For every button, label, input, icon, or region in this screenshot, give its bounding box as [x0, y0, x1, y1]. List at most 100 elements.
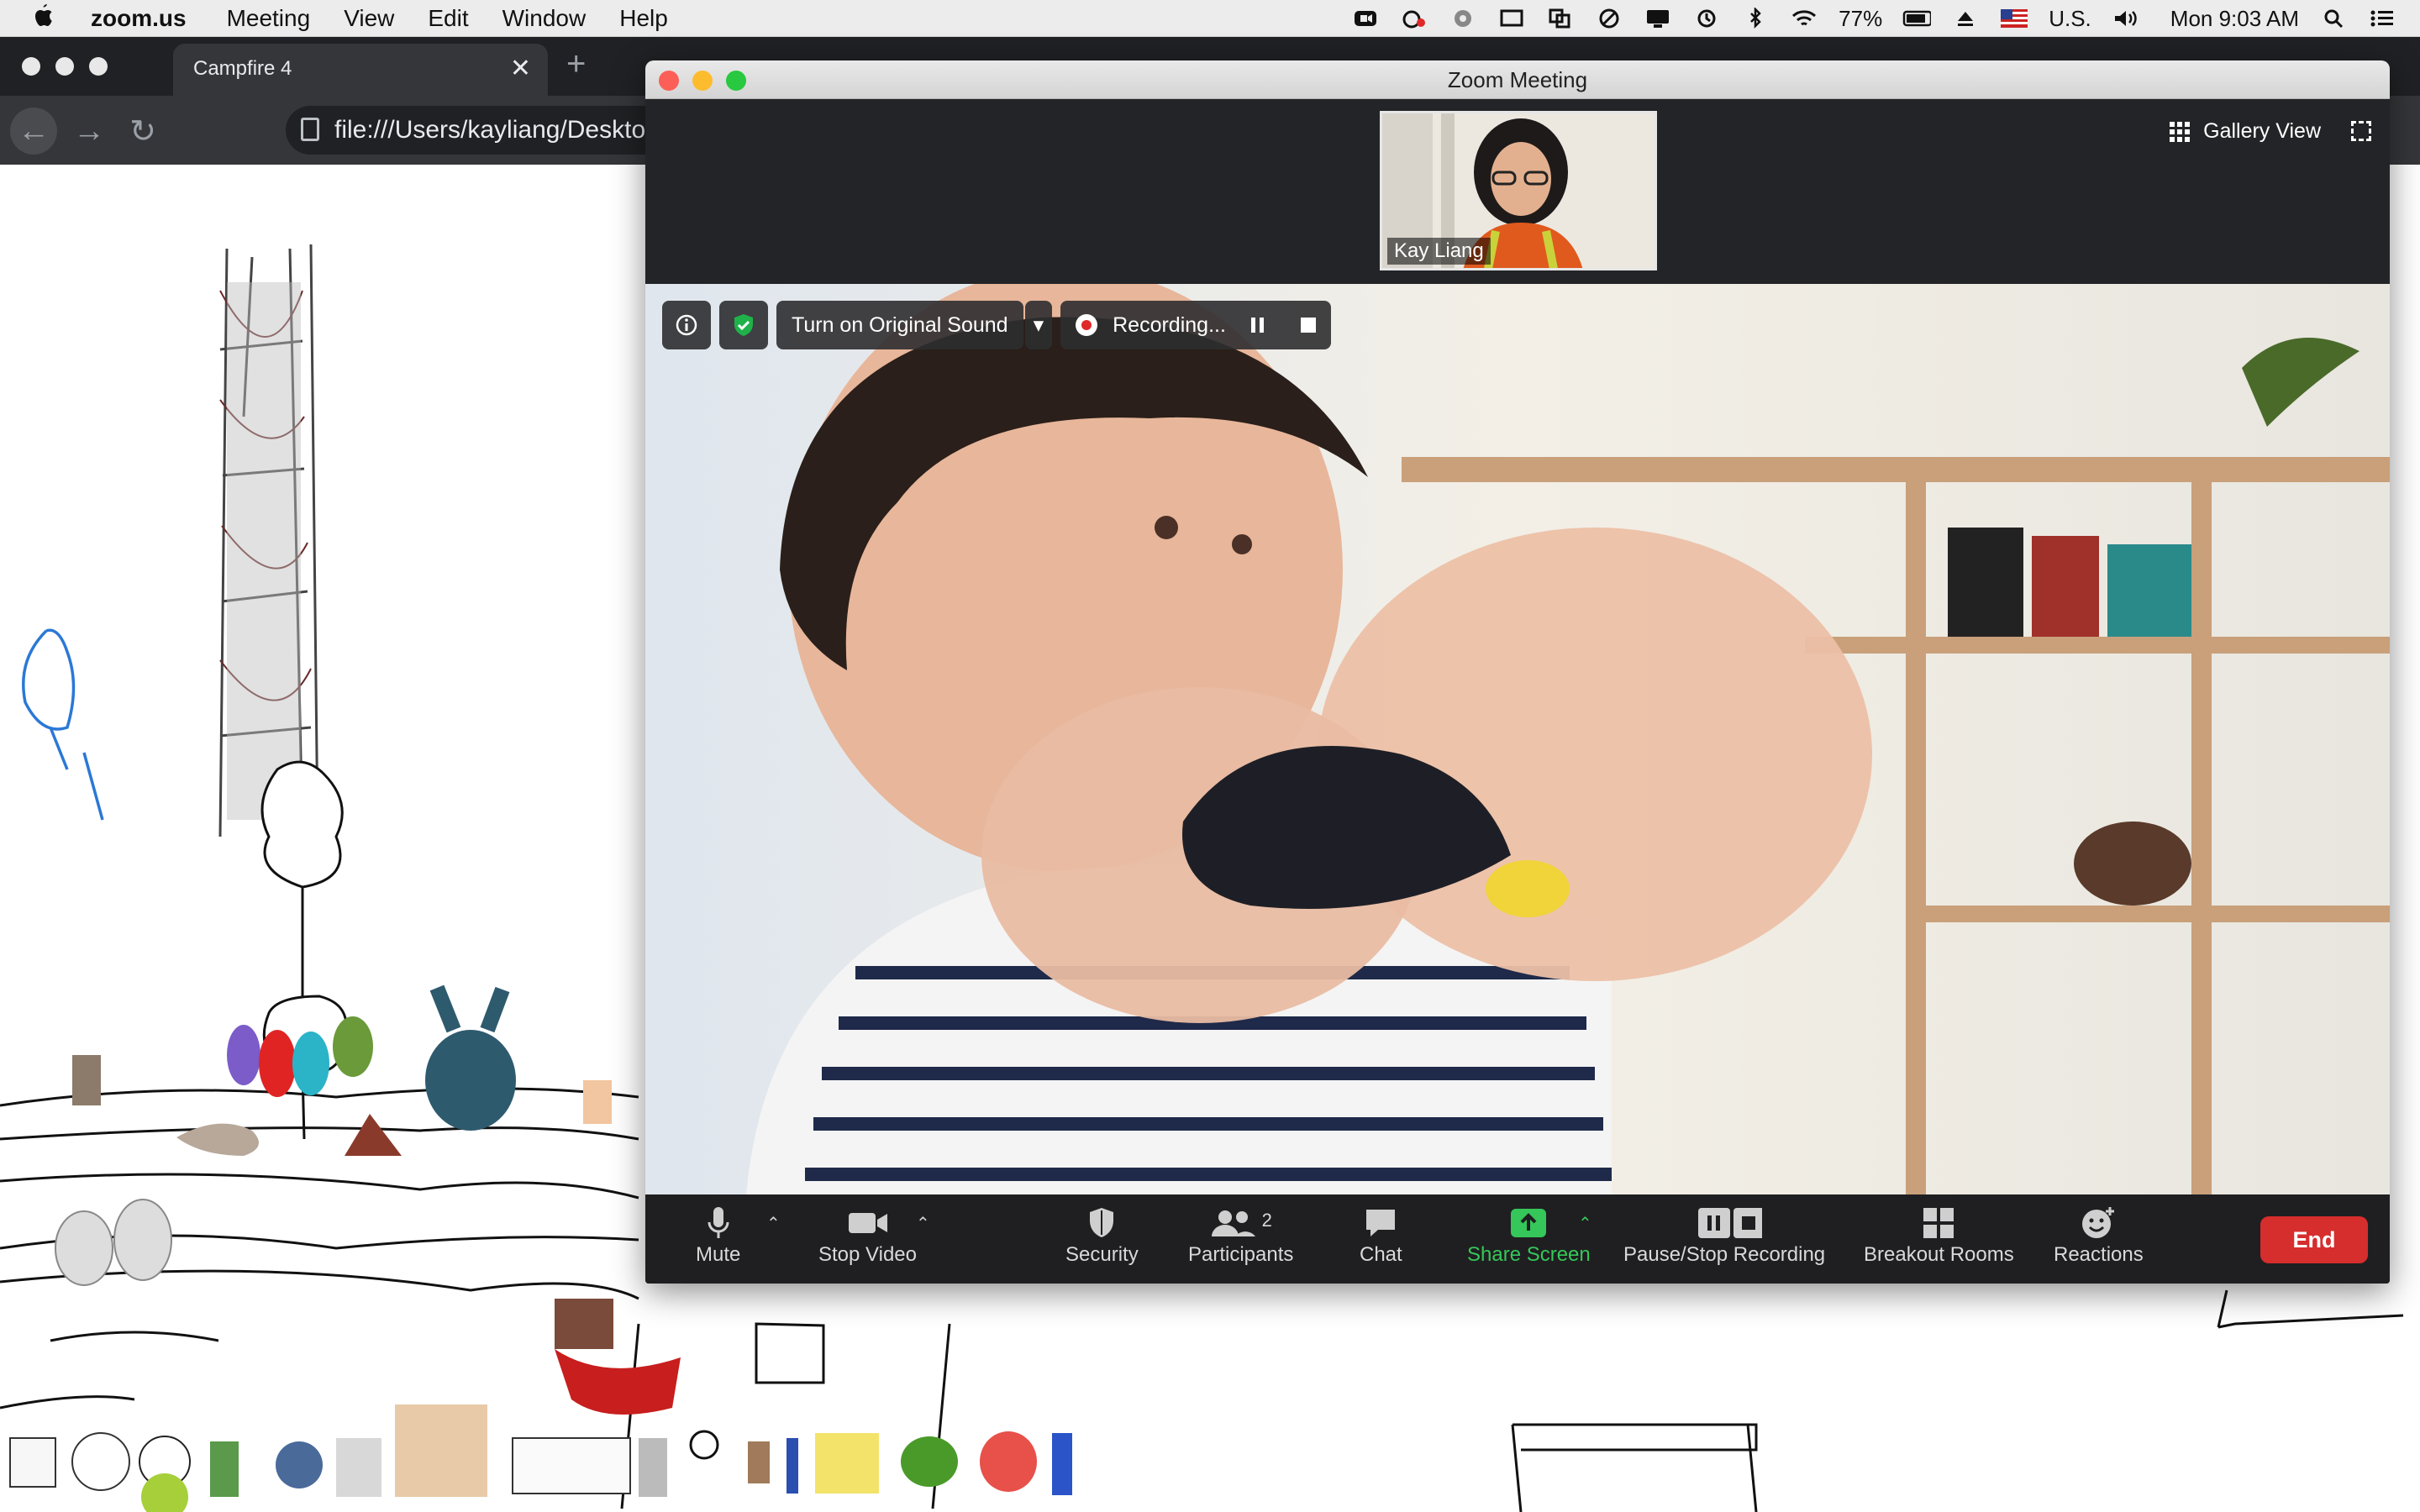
- active-speaker-video: Turn on Original Sound ▾ Recording...: [645, 284, 2390, 1194]
- battery-percent: 77%: [1839, 5, 1883, 31]
- participants-label: Participants: [1188, 1243, 1294, 1266]
- mute-label: Mute: [696, 1243, 741, 1266]
- breakout-rooms-icon: [1922, 1203, 1955, 1243]
- creative-cloud-icon[interactable]: [1400, 8, 1428, 29]
- recording-label: Recording...: [1113, 312, 1226, 337]
- stop-video-button[interactable]: Stop Video: [818, 1203, 917, 1267]
- zoom-zoom-button[interactable]: [726, 71, 746, 91]
- security-button[interactable]: Security: [1065, 1203, 1139, 1267]
- menu-window[interactable]: Window: [502, 5, 587, 32]
- reload-icon[interactable]: ↻: [119, 108, 166, 155]
- zoom-title-bar: Zoom Meeting: [645, 60, 2390, 99]
- new-tab-icon[interactable]: +: [566, 45, 586, 83]
- screen-icon[interactable]: [1497, 8, 1526, 29]
- video-options-caret-icon[interactable]: ⌃: [916, 1213, 930, 1234]
- screens-overlap-icon[interactable]: [1546, 8, 1575, 29]
- tab-title: Campfire 4: [193, 57, 292, 80]
- menu-app-name[interactable]: zoom.us: [91, 5, 187, 32]
- menu-help[interactable]: Help: [619, 5, 668, 32]
- browser-close-dot[interactable]: [22, 57, 40, 76]
- end-meeting-button[interactable]: End: [2260, 1216, 2368, 1263]
- breakout-rooms-label: Breakout Rooms: [1864, 1243, 2014, 1266]
- bunny-plush: [425, 1030, 516, 1131]
- shoe-left: [55, 1210, 113, 1286]
- pinwheel-icon[interactable]: [1449, 8, 1477, 29]
- mute-button[interactable]: Mute: [696, 1203, 740, 1267]
- meeting-info-icon[interactable]: [662, 301, 711, 349]
- pause-stop-recording-button[interactable]: Pause/Stop Recording: [1623, 1203, 1825, 1267]
- spotlight-search-icon[interactable]: [2319, 8, 2348, 29]
- pyramid-object: [345, 1114, 402, 1156]
- ladder-tower-sketch: [218, 244, 319, 837]
- breakout-rooms-button[interactable]: Breakout Rooms: [1864, 1203, 2014, 1267]
- menubar-clock[interactable]: Mon 9:03 AM: [2170, 6, 2299, 32]
- reactions-smiley-icon: [2080, 1203, 2117, 1243]
- time-machine-icon[interactable]: [1692, 8, 1721, 29]
- participants-icon: 2: [1210, 1203, 1272, 1243]
- notification-center-icon[interactable]: [2368, 8, 2396, 29]
- recording-dot-icon: [1076, 314, 1098, 336]
- menu-meeting[interactable]: Meeting: [227, 5, 311, 32]
- stop-recording-icon[interactable]: [1300, 318, 1316, 333]
- audio-options-caret-icon[interactable]: ⌃: [766, 1213, 781, 1234]
- stop-video-label: Stop Video: [818, 1243, 917, 1266]
- apple-menu-icon[interactable]: [32, 3, 66, 34]
- zoom-close-button[interactable]: [659, 71, 679, 91]
- tab-close-icon[interactable]: ✕: [510, 54, 531, 83]
- do-not-disturb-icon[interactable]: [1595, 8, 1623, 29]
- pause-stop-recording-label: Pause/Stop Recording: [1623, 1243, 1826, 1266]
- meeting-info-overlay: Turn on Original Sound ▾ Recording...: [662, 301, 1331, 349]
- file-page-icon: [301, 118, 319, 141]
- chat-button[interactable]: Chat: [1360, 1203, 1402, 1267]
- us-flag-icon[interactable]: [2000, 8, 2028, 29]
- back-arrow-icon[interactable]: ←: [10, 108, 57, 155]
- bluetooth-icon[interactable]: [1741, 8, 1770, 29]
- forward-arrow-icon[interactable]: →: [66, 108, 113, 155]
- participants-count: 2: [1261, 1210, 1272, 1231]
- original-sound-label: Turn on Original Sound: [792, 312, 1008, 337]
- reactions-button[interactable]: Reactions: [2054, 1203, 2144, 1267]
- browser-minimize-dot[interactable]: [55, 57, 74, 76]
- address-url: file:///Users/kayliang/Desktop: [334, 116, 660, 144]
- participants-button[interactable]: 2 Participants: [1188, 1203, 1293, 1267]
- original-sound-button[interactable]: Turn on Original Sound: [776, 301, 1023, 349]
- share-screen-label: Share Screen: [1467, 1243, 1591, 1266]
- browser-tab-campfire[interactable]: Campfire 4 ✕: [173, 44, 548, 96]
- fullscreen-icon[interactable]: [2351, 121, 2371, 141]
- battery-icon[interactable]: [1902, 8, 1932, 29]
- robot-figure: [72, 1055, 101, 1105]
- input-source-label[interactable]: U.S.: [2049, 6, 2091, 32]
- encryption-shield-icon[interactable]: [719, 301, 768, 349]
- cup-object: [583, 1080, 612, 1124]
- chat-label: Chat: [1360, 1243, 1402, 1266]
- microphone-icon: [706, 1203, 731, 1243]
- gallery-view-label: Gallery View: [2203, 119, 2321, 143]
- display-icon[interactable]: [1644, 8, 1672, 29]
- wifi-icon[interactable]: [1790, 8, 1818, 29]
- gallery-view-button[interactable]: Gallery View: [2170, 119, 2321, 144]
- participant-thumbnail[interactable]: Kay Liang: [1380, 111, 1657, 270]
- security-label: Security: [1065, 1243, 1139, 1266]
- zoom-minimize-button[interactable]: [692, 71, 713, 91]
- reactions-label: Reactions: [2054, 1243, 2144, 1266]
- eject-icon[interactable]: [1951, 8, 1980, 29]
- share-options-caret-icon[interactable]: ⌃: [1578, 1213, 1592, 1234]
- zoom-status-icon[interactable]: [1351, 8, 1380, 29]
- chat-bubble-icon: [1363, 1203, 1398, 1243]
- zoom-meeting-window: Zoom Meeting Kay Liang Gallery View Turn…: [645, 60, 2390, 1284]
- original-sound-dropdown-icon[interactable]: ▾: [1024, 301, 1053, 349]
- pause-recording-icon[interactable]: [1250, 318, 1264, 333]
- meeting-controls-bar: Mute ⌃ Stop Video ⌃ Security 2 Participa…: [645, 1194, 2390, 1284]
- share-screen-button[interactable]: Share Screen: [1467, 1203, 1591, 1267]
- end-label: End: [2292, 1226, 2336, 1252]
- zoom-window-title: Zoom Meeting: [1447, 67, 1588, 92]
- menu-edit[interactable]: Edit: [428, 5, 468, 32]
- security-shield-icon: [1086, 1203, 1117, 1243]
- menu-view[interactable]: View: [344, 5, 394, 32]
- grid-icon: [2170, 121, 2191, 142]
- volume-icon[interactable]: [2112, 8, 2140, 29]
- speaker-video-frame: [645, 284, 2390, 1194]
- blue-figure-sketch: [22, 628, 104, 821]
- browser-zoom-dot[interactable]: [89, 57, 108, 76]
- shoe-right: [113, 1199, 172, 1281]
